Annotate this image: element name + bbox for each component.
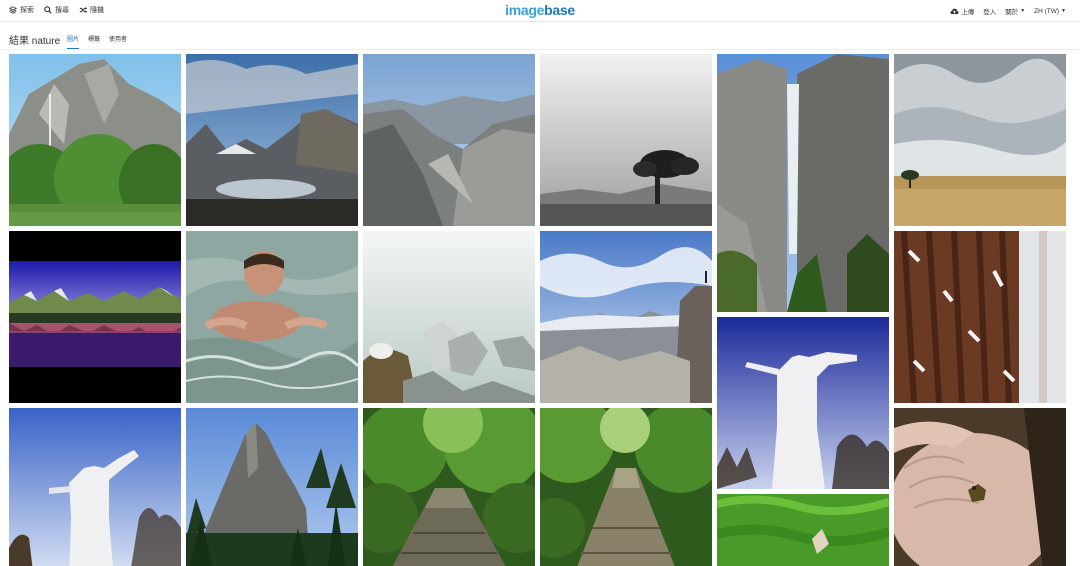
image-tile[interactable] bbox=[363, 408, 535, 566]
nav-about[interactable]: 關於 ▼ bbox=[1005, 6, 1025, 16]
nav-upload-label: 上傳 bbox=[961, 9, 975, 16]
tab-tags[interactable]: 標籤 bbox=[88, 34, 100, 49]
image-tile[interactable] bbox=[540, 408, 712, 566]
image-tile[interactable] bbox=[363, 54, 535, 226]
image-tile[interactable] bbox=[894, 54, 1066, 226]
image-tile[interactable] bbox=[186, 408, 358, 566]
caret-down-icon: ▼ bbox=[1020, 8, 1026, 14]
image-tile[interactable] bbox=[717, 54, 889, 312]
results-tabs: 圖片 標籤 使用者 bbox=[67, 34, 127, 49]
logo-part-base: base bbox=[544, 2, 575, 18]
image-tile[interactable] bbox=[9, 408, 181, 566]
image-tile[interactable] bbox=[717, 494, 889, 566]
tab-images[interactable]: 圖片 bbox=[67, 34, 80, 49]
nav-login[interactable]: 登入 bbox=[983, 6, 996, 16]
top-navbar: 探索 搜尋 隨機 imagebase 上傳 登入 關於 ▼ ZH (TW) ▼ bbox=[0, 0, 1080, 22]
results-bar: 結果 nature 圖片 標籤 使用者 bbox=[0, 22, 1080, 50]
nav-language[interactable]: ZH (TW) ▼ bbox=[1034, 8, 1066, 15]
nav-language-label: ZH (TW) bbox=[1034, 7, 1060, 15]
image-tile[interactable] bbox=[186, 231, 358, 403]
results-title: 結果 nature bbox=[9, 36, 61, 47]
caret-down-icon: ▼ bbox=[1061, 8, 1066, 14]
image-tile[interactable] bbox=[363, 231, 535, 403]
image-tile[interactable] bbox=[540, 231, 712, 403]
nav-right: 上傳 登入 關於 ▼ ZH (TW) ▼ bbox=[950, 6, 1066, 16]
nav-login-label: 登入 bbox=[983, 9, 997, 16]
image-tile[interactable] bbox=[717, 317, 889, 489]
nav-about-label: 關於 bbox=[1005, 9, 1019, 16]
cloud-upload-icon bbox=[950, 8, 959, 14]
image-tile[interactable] bbox=[9, 54, 181, 226]
image-grid bbox=[9, 54, 1066, 566]
image-tile[interactable] bbox=[894, 231, 1066, 403]
tab-users[interactable]: 使用者 bbox=[109, 34, 127, 49]
nav-upload[interactable]: 上傳 bbox=[950, 6, 974, 16]
image-tile[interactable] bbox=[894, 408, 1066, 566]
logo-part-image: image bbox=[505, 2, 545, 18]
image-tile[interactable] bbox=[540, 54, 712, 226]
imagebase-logo[interactable]: imagebase bbox=[0, 2, 1080, 18]
image-tile[interactable] bbox=[9, 231, 181, 403]
image-tile[interactable] bbox=[186, 54, 358, 226]
